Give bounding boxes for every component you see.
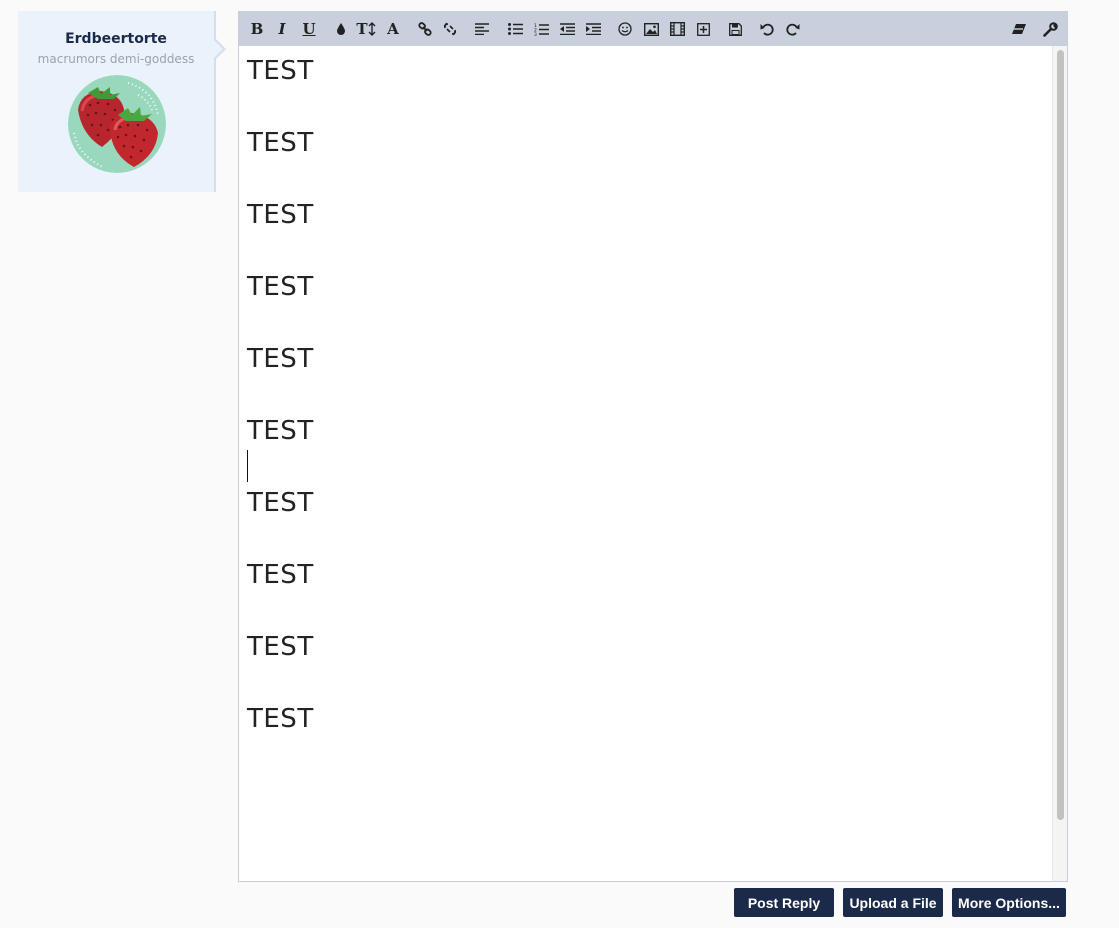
remove-formatting-icon[interactable] (1008, 19, 1030, 39)
content-line: TEST (247, 704, 314, 734)
content-line: TEST (247, 416, 314, 446)
bulleted-list-icon[interactable] (504, 19, 526, 39)
content-line: TEST (247, 488, 314, 518)
content-line: TEST (247, 200, 314, 230)
more-options-button[interactable]: More Options... (952, 888, 1066, 917)
font-size-icon[interactable]: T (355, 19, 377, 39)
image-icon[interactable] (640, 19, 662, 39)
username[interactable]: Erdbeertorte (18, 31, 214, 47)
unlink-icon[interactable] (439, 19, 461, 39)
save-draft-icon[interactable] (724, 19, 746, 39)
outdent-icon[interactable] (556, 19, 578, 39)
insert-icon[interactable] (692, 19, 714, 39)
card-notch (213, 39, 223, 59)
align-icon[interactable] (471, 19, 493, 39)
content-line: TEST (247, 560, 314, 590)
font-size-glyph: T (356, 20, 368, 38)
editor-content[interactable]: TEST TEST TEST TEST TEST TEST TEST TEST … (247, 46, 1049, 881)
content-line: TEST (247, 56, 314, 86)
content-line: TEST (247, 632, 314, 662)
underline-icon[interactable]: U (298, 19, 320, 39)
content-line: TEST (247, 272, 314, 302)
strawberries-icon (68, 75, 166, 173)
italic-icon[interactable]: I (271, 19, 293, 39)
message-editor[interactable]: B I U T A 123 TEST TEST TEST TEST TEST T… (238, 11, 1068, 882)
editor-toolbar: B I U T A 123 (239, 12, 1067, 46)
editor-scrollbar-thumb[interactable] (1057, 50, 1064, 820)
user-title: macrumors demi-goddess (37, 52, 195, 66)
post-reply-button[interactable]: Post Reply (734, 888, 834, 917)
text-color-icon[interactable] (330, 19, 352, 39)
svg-text:3: 3 (534, 32, 537, 36)
text-caret (247, 450, 248, 482)
content-line: TEST (247, 128, 314, 158)
indent-icon[interactable] (582, 19, 604, 39)
bold-icon[interactable]: B (246, 19, 268, 39)
settings-wrench-icon[interactable] (1039, 19, 1061, 39)
smilies-icon[interactable] (614, 19, 636, 39)
media-icon[interactable] (666, 19, 688, 39)
font-family-icon[interactable]: A (382, 19, 404, 39)
content-line: TEST (247, 344, 314, 374)
upload-file-button[interactable]: Upload a File (843, 888, 943, 917)
link-icon[interactable] (414, 19, 436, 39)
avatar[interactable] (68, 75, 166, 173)
undo-icon[interactable] (756, 19, 778, 39)
user-card: Erdbeertorte macrumors demi-goddess (18, 11, 226, 192)
numbered-list-icon[interactable]: 123 (530, 19, 552, 39)
redo-icon[interactable] (782, 19, 804, 39)
